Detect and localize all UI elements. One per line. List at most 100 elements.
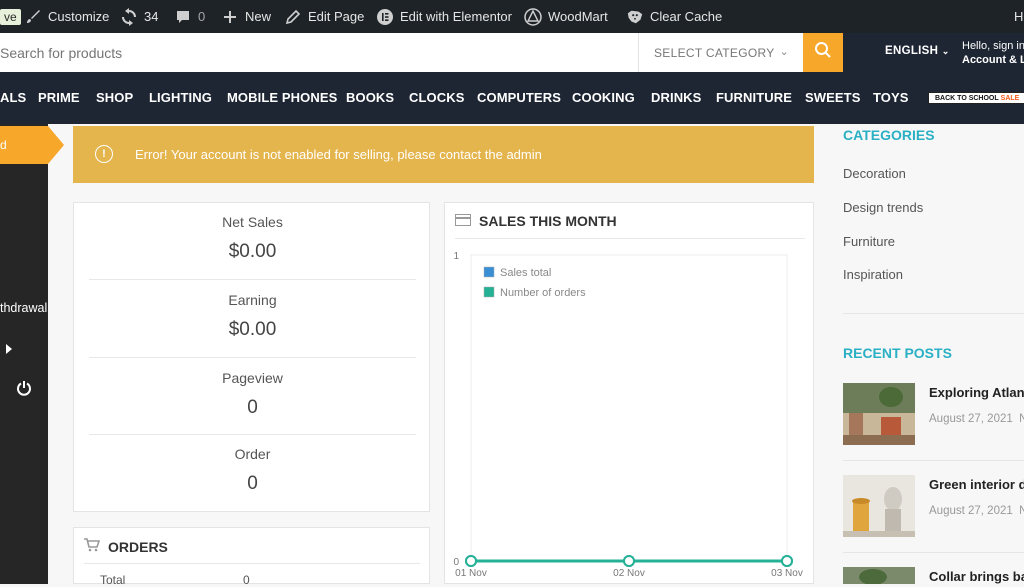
x-tick-label: 03 Nov: [771, 568, 803, 579]
edit-elementor-link[interactable]: Edit with Elementor: [376, 0, 512, 33]
promo-label: BACK TO SCHOOL: [935, 94, 999, 102]
category-link-decoration[interactable]: Decoration: [843, 166, 906, 181]
search-input[interactable]: [0, 33, 638, 72]
pencil-icon: [284, 8, 302, 26]
sidebar-active-label: d: [0, 138, 7, 152]
post-title[interactable]: Collar brings bac: [929, 569, 1024, 584]
sales-header: SALES THIS MONTH: [455, 213, 617, 229]
orders-card: ORDERS Total 0: [73, 527, 430, 587]
nav-item-clocks[interactable]: CLOCKS: [409, 90, 465, 105]
nav-item-drinks[interactable]: DRINKS: [651, 90, 701, 105]
nav-item-prime[interactable]: PRIME: [38, 90, 80, 105]
chevron-down-icon: ⌄: [941, 46, 950, 56]
sales-chart: 0 1 Sales total Number of orders 01 Nov 02 …: [453, 251, 803, 579]
comments-count: 0: [198, 9, 206, 24]
stat-value: $0.00: [228, 241, 277, 262]
sidebar-item-withdrawal[interactable]: thdrawal: [0, 301, 48, 315]
nav-item-computers[interactable]: COMPUTERS: [477, 90, 561, 105]
nav-item-books[interactable]: BOOKS: [346, 90, 394, 105]
post-title[interactable]: Green interior de: [929, 477, 1024, 492]
divider: [455, 238, 805, 239]
nav-item-lighting[interactable]: LIGHTING: [149, 90, 212, 105]
stat-label: Pageview: [222, 370, 283, 386]
nav-item-mobile-phones[interactable]: MOBILE PHONES: [227, 90, 337, 105]
search-bar: SELECT CATEGORY ⌄ ENGLISH ⌄ Hello, sign …: [0, 33, 1024, 72]
comments-link[interactable]: 0: [174, 0, 205, 33]
nav-item-sweets[interactable]: SWEETS: [805, 90, 861, 105]
category-link-design-trends[interactable]: Design trends: [843, 200, 923, 215]
legend-label: Sales total: [500, 267, 551, 279]
post-thumbnail[interactable]: [843, 383, 915, 445]
howdy-link[interactable]: H: [1014, 0, 1023, 33]
card-icon: [455, 213, 471, 229]
legend-swatch: [483, 266, 495, 278]
divider: [89, 279, 416, 280]
caret-right-icon[interactable]: [5, 342, 13, 360]
category-select[interactable]: SELECT CATEGORY ⌄: [638, 33, 803, 72]
chevron-down-icon: ⌄: [779, 46, 789, 58]
post-thumbnail[interactable]: [843, 475, 915, 537]
divider: [843, 313, 1024, 314]
sales-this-month-card: SALES THIS MONTH 0 1 Sales total Number of…: [444, 202, 814, 584]
post-date-extra: N: [1019, 505, 1024, 517]
promo-badge[interactable]: BACK TO SCHOOL SALE: [928, 92, 1024, 104]
category-link-furniture[interactable]: Furniture: [843, 234, 895, 249]
divider: [89, 357, 416, 358]
error-message: Error! Your account is not enabled for s…: [135, 147, 542, 162]
edit-page-link[interactable]: Edit Page: [284, 0, 364, 33]
info-icon: !: [95, 145, 113, 163]
divider: [89, 434, 416, 435]
stat-earning: Earning $0.00: [89, 292, 416, 341]
legend-swatch: [483, 286, 495, 298]
post-title[interactable]: Exploring Atlanta: [929, 385, 1024, 400]
sidebar-active-item[interactable]: d: [0, 126, 64, 164]
data-point: [781, 555, 793, 567]
stat-label: Order: [234, 446, 271, 462]
clear-cache-link[interactable]: Clear Cache: [626, 0, 722, 33]
post-thumbnail[interactable]: [843, 567, 915, 584]
post-date-text: August 27, 2021: [929, 413, 1013, 425]
divider: [84, 563, 420, 564]
legend-label: Number of orders: [500, 287, 586, 299]
stat-value: 0: [247, 473, 258, 494]
category-link-inspiration[interactable]: Inspiration: [843, 267, 903, 282]
nav-item-furniture[interactable]: FURNITURE: [716, 90, 792, 105]
data-point: [465, 555, 477, 567]
cheetah-icon: [626, 8, 644, 26]
howdy-label: H: [1014, 9, 1024, 24]
recent-posts-title: RECENT POSTS: [843, 345, 952, 361]
nav-item-als[interactable]: ALS: [0, 90, 26, 105]
post-date: August 27, 2021 N: [929, 505, 1024, 517]
elementor-icon: [376, 8, 394, 26]
account-lists: Account & Lists: [962, 54, 1024, 66]
nav-item-toys[interactable]: TOYS: [873, 90, 909, 105]
nav-item-shop[interactable]: SHOP: [96, 90, 133, 105]
stat-value: 0: [247, 397, 258, 418]
divider: [843, 460, 1024, 461]
orders-total-value: 0: [243, 573, 250, 587]
comment-icon: [174, 8, 192, 26]
account-greeting: Hello, sign in: [962, 40, 1024, 52]
language-switcher[interactable]: ENGLISH ⌄: [885, 45, 950, 57]
updates-link[interactable]: 34: [120, 0, 158, 33]
customize-link[interactable]: Customize: [24, 0, 109, 33]
sales-title: SALES THIS MONTH: [479, 213, 617, 229]
new-link[interactable]: New: [221, 0, 271, 33]
account-menu[interactable]: Hello, sign in Account & Lists: [962, 39, 1024, 67]
power-icon[interactable]: [16, 380, 32, 401]
search-icon: [814, 41, 832, 64]
woodmart-label: WoodMart: [548, 9, 608, 24]
live-badge[interactable]: ve: [0, 0, 21, 33]
customize-label: Customize: [48, 9, 110, 24]
woodmart-link[interactable]: WoodMart: [524, 0, 608, 33]
new-label: New: [245, 9, 272, 24]
search-button[interactable]: [803, 33, 843, 72]
nav-item-cooking[interactable]: COOKING: [572, 90, 635, 105]
stat-label: Earning: [228, 292, 277, 308]
chart-plot-area: [470, 254, 788, 562]
stat-pageview: Pageview 0: [89, 370, 416, 419]
clear-cache-label: Clear Cache: [650, 9, 723, 24]
admin-bar: ve Customize 34 0 New Edit Page Edit wit…: [0, 0, 1024, 33]
orders-total-label: Total: [100, 573, 126, 587]
edit-elementor-label: Edit with Elementor: [400, 9, 512, 24]
